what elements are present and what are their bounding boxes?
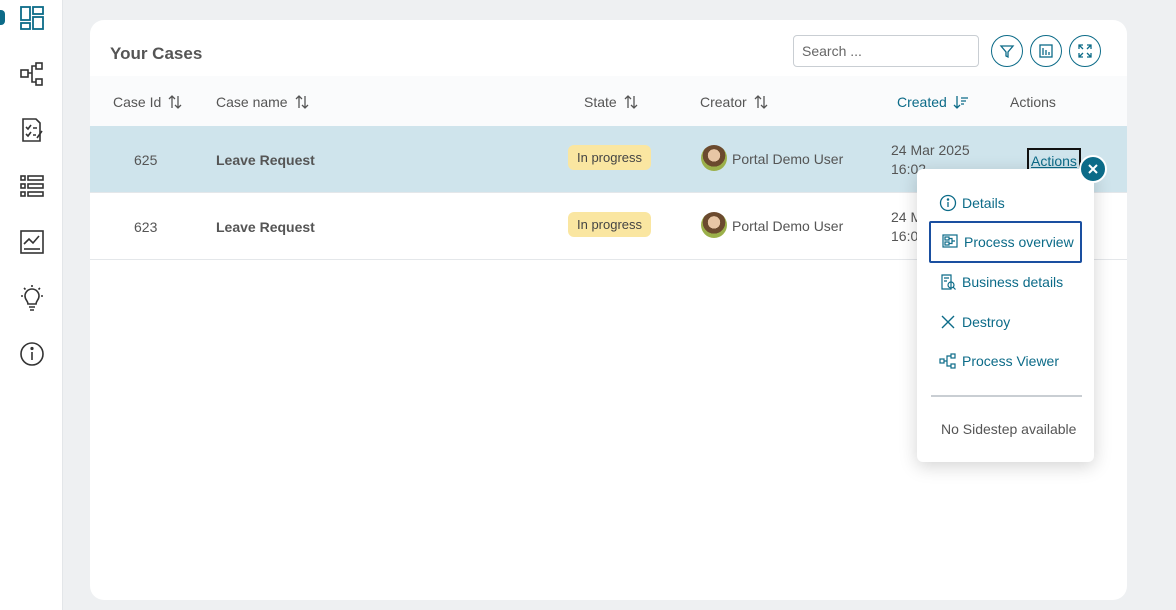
search-input[interactable] (793, 35, 979, 67)
menu-item-process-viewer[interactable]: Process Viewer (929, 340, 1081, 382)
expand-icon (1078, 44, 1092, 58)
process-icon[interactable] (18, 60, 46, 88)
process-overview-icon (942, 234, 958, 248)
menu-item-label: Process overview (964, 234, 1074, 250)
avatar (701, 145, 727, 171)
column-header-case-name[interactable]: Case name (216, 94, 310, 110)
statistics-icon[interactable] (18, 228, 46, 256)
menu-divider (931, 395, 1082, 397)
created-date-text: 24 Mar 2025 (891, 142, 970, 158)
filter-button[interactable] (991, 35, 1023, 67)
column-label: Case Id (113, 94, 162, 110)
column-label: Creator (700, 94, 747, 110)
close-icon (1088, 164, 1098, 174)
actions-button[interactable]: Actions (1027, 148, 1081, 170)
sort-icon (623, 94, 639, 110)
column-config-button[interactable] (1030, 35, 1062, 67)
creator-name: Portal Demo User (732, 218, 844, 234)
column-header-state[interactable]: State (584, 94, 639, 110)
column-header-actions: Actions (1010, 94, 1056, 110)
business-details-icon (941, 274, 956, 290)
info-icon (939, 194, 957, 212)
menu-item-business-details[interactable]: Business details (929, 261, 1081, 303)
menu-item-process-overview[interactable]: Process overview (929, 221, 1082, 263)
case-id: 623 (134, 219, 158, 235)
sort-icon (167, 94, 183, 110)
sidebar (0, 0, 63, 610)
sort-icon (294, 94, 310, 110)
menu-item-destroy[interactable]: Destroy (929, 301, 1081, 343)
menu-item-label: Details (962, 195, 1005, 211)
sort-descending-icon (953, 94, 969, 110)
menu-item-details[interactable]: Details (929, 182, 1081, 224)
table-header: Case Id Case name State Creator Created (90, 76, 1127, 127)
column-header-creator[interactable]: Creator (700, 94, 769, 110)
idea-icon[interactable] (18, 284, 46, 312)
cases-list-icon[interactable] (18, 172, 46, 200)
creator-name: Portal Demo User (732, 151, 844, 167)
column-label: State (584, 94, 617, 110)
menu-item-label: Destroy (962, 314, 1011, 330)
tasks-icon[interactable] (18, 116, 46, 144)
menu-item-label: Process Viewer (962, 353, 1060, 369)
actions-menu: Details Process overview Business detail… (917, 169, 1094, 462)
active-indicator (0, 10, 5, 25)
table-columns-icon (1039, 44, 1053, 58)
menu-item-label: Business details (962, 274, 1064, 290)
dashboard-icon[interactable] (18, 4, 46, 32)
column-header-created[interactable]: Created (897, 94, 969, 110)
avatar (701, 212, 727, 238)
process-viewer-icon (939, 353, 956, 369)
sort-icon (753, 94, 769, 110)
status-badge: In progress (568, 212, 652, 237)
expand-button[interactable] (1069, 35, 1101, 67)
case-id: 625 (134, 152, 158, 168)
status-badge: In progress (568, 145, 652, 170)
close-x-icon (941, 315, 955, 329)
page-title: Your Cases (110, 44, 203, 63)
column-header-case-id[interactable]: Case Id (113, 94, 183, 110)
info-icon[interactable] (18, 340, 46, 368)
column-label: Case name (216, 94, 288, 110)
close-menu-button[interactable] (1079, 155, 1107, 183)
case-name[interactable]: Leave Request (216, 219, 315, 235)
column-label: Created (897, 94, 947, 110)
filter-icon (999, 45, 1015, 59)
case-name[interactable]: Leave Request (216, 152, 315, 168)
no-sidestep-note: No Sidestep available (941, 421, 1077, 437)
column-label: Actions (1010, 94, 1056, 110)
